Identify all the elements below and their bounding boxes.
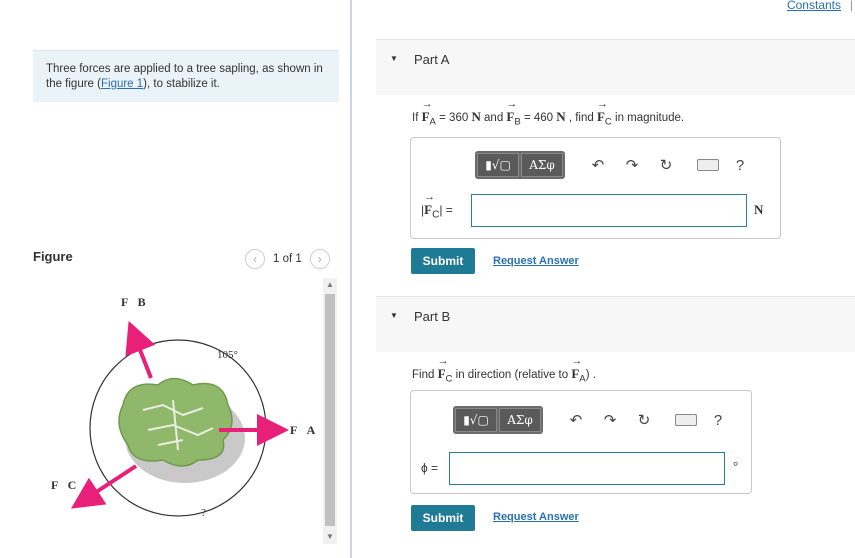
- keyboard-icon[interactable]: [675, 414, 697, 426]
- problem-intro: Three forces are applied to a tree sapli…: [33, 50, 339, 102]
- header-separator: |: [849, 0, 853, 12]
- constants-link[interactable]: Constants: [787, 0, 841, 12]
- part-a-header[interactable]: ▼ Part A: [376, 39, 855, 95]
- figure-pager: ‹ 1 of 1 ›: [245, 249, 330, 269]
- part-a-submit-button[interactable]: Submit: [411, 248, 475, 274]
- vec-fc: F: [597, 98, 608, 125]
- part-b-title: Part B: [414, 309, 451, 324]
- math-button-group: ▮√▢ ΑΣφ: [453, 406, 543, 434]
- label-fa: F⃗A: [290, 423, 316, 437]
- figure-link[interactable]: Figure 1: [101, 78, 143, 90]
- intro-text-end: ), to stabilize it.: [143, 78, 220, 90]
- part-b-submit-button[interactable]: Submit: [411, 505, 475, 531]
- help-button[interactable]: ?: [729, 154, 751, 176]
- scroll-up-icon[interactable]: ▲: [323, 278, 337, 292]
- part-a-question: If FA = 360 N and FB = 460 N , find FC i…: [412, 98, 684, 127]
- part-b-answer-input[interactable]: [449, 452, 725, 485]
- keyboard-icon[interactable]: [697, 159, 719, 171]
- part-b-answer-box: ▮√▢ ΑΣφ ↶ ↷ ↻ ? ϕ =: [410, 390, 752, 494]
- part-a-title: Part A: [414, 52, 450, 67]
- figure-image: F⃗B F⃗A F⃗C 105° ?: [33, 280, 323, 542]
- reset-icon[interactable]: ↻: [633, 409, 655, 431]
- force-diagram: F⃗B F⃗A F⃗C 105° ?: [51, 295, 316, 519]
- label-fb: F⃗B: [121, 295, 146, 309]
- greek-symbols-button[interactable]: ΑΣφ: [521, 153, 563, 177]
- app-root: Three forces are applied to a tree sapli…: [0, 0, 855, 558]
- vec-fa: F: [422, 98, 433, 125]
- redo-icon[interactable]: ↷: [621, 154, 643, 176]
- redo-icon[interactable]: ↷: [599, 409, 621, 431]
- chevron-right-icon: ›: [317, 252, 322, 266]
- pager-label: 1 of 1: [273, 253, 302, 265]
- scroll-down-icon[interactable]: ▼: [323, 530, 337, 544]
- part-b-question: Find FC in direction (relative to FA) .: [412, 355, 596, 384]
- vec-fa-b: F: [571, 355, 582, 382]
- next-figure-button[interactable]: ›: [309, 249, 330, 269]
- part-b-variable-label: ϕ =: [421, 461, 439, 475]
- label-fc: F⃗C: [51, 478, 76, 492]
- arrow-fb: [125, 320, 156, 379]
- scroll-thumb[interactable]: [325, 294, 335, 526]
- part-b-header[interactable]: ▼ Part B: [376, 296, 855, 352]
- unknown-angle-label: ?: [201, 507, 206, 519]
- part-b-request-answer-link[interactable]: Request Answer: [493, 511, 579, 523]
- figure-scrollbar[interactable]: ▲ ▼: [323, 278, 337, 544]
- part-a-toolbar: ▮√▢ ΑΣφ ↶ ↷ ↻ ?: [475, 151, 751, 179]
- part-b-unit: °: [733, 458, 739, 473]
- part-a-answer-box: ▮√▢ ΑΣφ ↶ ↷ ↻ ? |FC| =: [410, 137, 781, 239]
- undo-icon[interactable]: ↶: [587, 154, 609, 176]
- part-a-answer-input[interactable]: [471, 194, 747, 227]
- reset-icon[interactable]: ↻: [655, 154, 677, 176]
- collapse-triangle-icon: ▼: [390, 54, 398, 63]
- figure-title: Figure: [33, 249, 73, 264]
- angle-label: 105°: [217, 349, 238, 361]
- greek-symbols-button[interactable]: ΑΣφ: [499, 408, 541, 432]
- undo-icon[interactable]: ↶: [565, 409, 587, 431]
- part-a-variable-label: |FC| =: [421, 191, 453, 220]
- part-b-toolbar: ▮√▢ ΑΣφ ↶ ↷ ↻ ?: [453, 406, 729, 434]
- vec-fb: F: [506, 98, 517, 125]
- math-button-group: ▮√▢ ΑΣφ: [475, 151, 565, 179]
- part-a-request-answer-link[interactable]: Request Answer: [493, 255, 579, 267]
- left-panel: Three forces are applied to a tree sapli…: [0, 0, 350, 558]
- vec-fc-b: F: [438, 355, 449, 382]
- collapse-triangle-icon: ▼: [390, 311, 398, 320]
- prev-figure-button[interactable]: ‹: [245, 249, 265, 269]
- help-button[interactable]: ?: [707, 409, 729, 431]
- templates-button[interactable]: ▮√▢: [455, 408, 497, 432]
- part-a-unit: N: [754, 202, 764, 217]
- templates-button[interactable]: ▮√▢: [477, 153, 519, 177]
- arrow-fc: [70, 464, 138, 509]
- right-panel: Constants | ▼ Part A If FA = 360 N and F…: [352, 0, 855, 558]
- chevron-left-icon: ‹: [253, 252, 257, 266]
